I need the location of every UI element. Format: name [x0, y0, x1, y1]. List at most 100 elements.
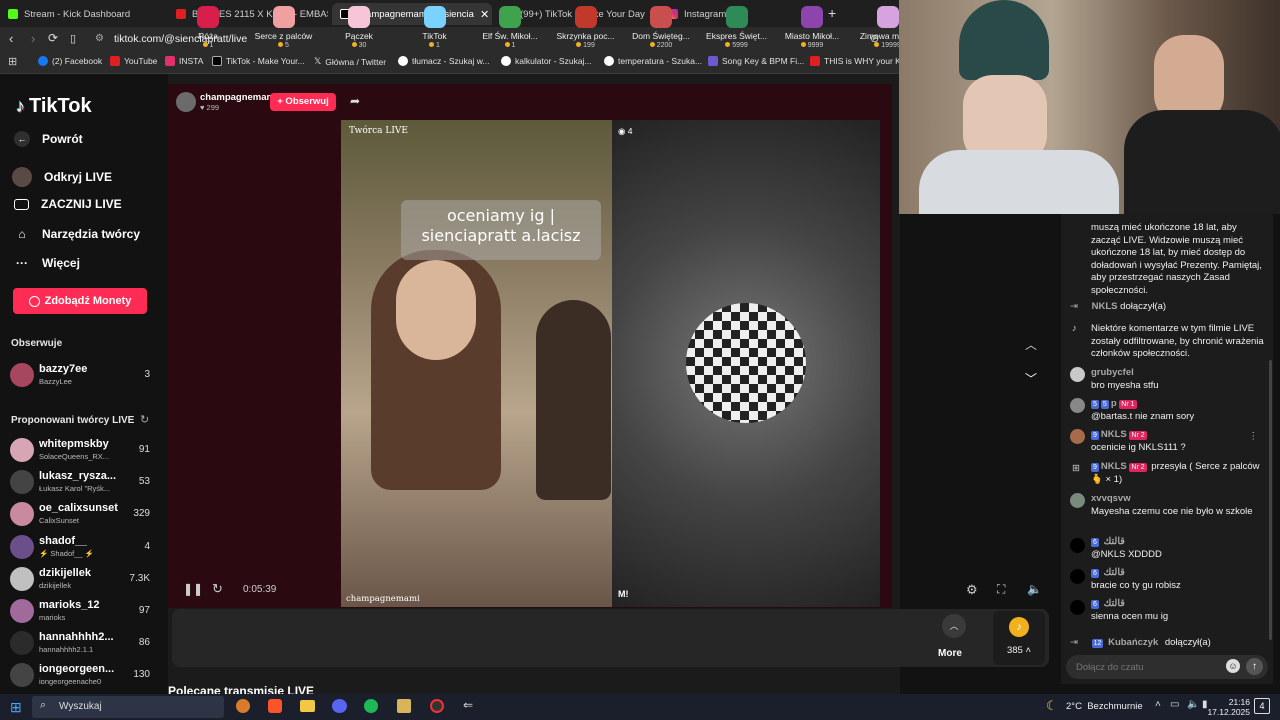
suggested-creator[interactable]: dzikijellek dzikijellek 7.3K [10, 565, 156, 593]
bookmark-temperature[interactable]: temperatura - Szuka... [604, 56, 702, 66]
chat-input-box[interactable]: ☺ ↑ [1066, 655, 1268, 679]
pause-icon[interactable]: ❚❚ [183, 582, 203, 596]
chevron-down-icon[interactable]: ﹀ [1025, 370, 1037, 387]
creator-sub: CalixSunset [39, 516, 80, 526]
gift-item[interactable]: TikTok 1 [399, 4, 471, 49]
settings-icon[interactable]: ⚙ [966, 582, 978, 598]
apps-grid-icon[interactable]: ⊞ [8, 55, 17, 68]
chat-message[interactable]: 55p Nr 1 @bartas.t nie znam sory [1070, 398, 1266, 423]
suggested-creator[interactable]: hannahhhh2... hannahhhh2.1.1 86 [10, 629, 156, 657]
nav-creator-tools[interactable]: ⌂ Narzędzia twórcy [14, 226, 140, 242]
suggested-creator[interactable]: lukasz_rysza... Łukasz Karol "Ryśk... 53 [10, 468, 156, 496]
taskbar-search-box[interactable]: ⌕ Wyszukaj [32, 696, 224, 718]
share-icon[interactable]: ➦ [350, 94, 360, 108]
creator-sub: Łukasz Karol "Ryśk... [39, 484, 111, 494]
gift-item[interactable]: Pączek 30 [323, 4, 395, 49]
chat-scrollbar[interactable] [1269, 360, 1272, 640]
host-avatar[interactable] [176, 92, 196, 112]
back-arrow-icon[interactable]: ‹ [9, 31, 13, 46]
obs-icon[interactable] [430, 699, 444, 713]
back-link[interactable]: ← Powrót [14, 131, 83, 147]
spotify-icon[interactable] [364, 699, 378, 713]
watermark: champagnemami [346, 594, 420, 604]
nav-more[interactable]: ··· Więcej [14, 255, 80, 271]
forward-arrow-icon[interactable]: › [31, 31, 35, 46]
get-coins-button[interactable]: Zdobądź Monety [13, 288, 147, 314]
bookmark-calculator[interactable]: kalkulator - Szukaj... [501, 56, 592, 66]
chat-message[interactable]: 9 NKLS Nr 2 ocenicie ig NKLS111 ? ⋮ [1070, 429, 1266, 454]
level-badge: 6 [1091, 600, 1099, 609]
gift-item[interactable]: Ekspres Święt... 5999 [701, 4, 773, 49]
bookmark-tiktok[interactable]: TikTok - Make Your... [212, 56, 305, 66]
bookmark-youtube[interactable]: YouTube [110, 56, 157, 66]
more-vertical-icon[interactable]: ⋮ [1249, 431, 1259, 444]
chevron-up-icon[interactable]: ︿ [1025, 336, 1037, 353]
site-info-icon[interactable]: ⚙ [95, 33, 104, 44]
refresh-icon[interactable]: ↻ [140, 413, 149, 426]
app-icon[interactable]: ⇐ [463, 698, 473, 712]
chevron-up-icon[interactable]: ˄ [1155, 699, 1161, 710]
gift-icon [348, 6, 370, 28]
gift-more-icon[interactable]: ︿ [942, 614, 966, 638]
follow-button[interactable]: + Obserwuj [270, 93, 336, 111]
gift-item[interactable]: Serce z palców 5 [248, 4, 320, 49]
bookmark-songkey[interactable]: Song Key & BPM Fi... [708, 56, 804, 66]
gift-item[interactable]: Miasto Mikoł... 9999 [776, 4, 848, 49]
host-name[interactable]: champagnemami [200, 92, 278, 103]
gift-name: Ekspres Święt... [706, 31, 767, 41]
gift-item[interactable]: Dom Święteg... 2200 [625, 4, 697, 49]
suggested-creator[interactable]: shadof__ ⚡ Shadof__ ⚡ 4 [10, 533, 156, 561]
bookmark-twitter[interactable]: 𝕏 Główna / Twitter [314, 56, 386, 67]
gift-more-label[interactable]: More [938, 648, 962, 659]
network-icon[interactable]: ▭ [1170, 699, 1179, 710]
gift-item[interactable]: Elf Św. Mikoł... 1 [474, 4, 546, 49]
suggested-creator[interactable]: oe_calixsunset CalixSunset 329 [10, 500, 156, 528]
host-likes: ♥ 299 [200, 103, 220, 112]
bookmark-facebook[interactable]: (2) Facebook [38, 56, 102, 66]
weather-text[interactable]: 2°C Bezchmurnie [1066, 701, 1143, 712]
bookmark-insta[interactable]: INSTA [165, 56, 203, 66]
webcam-overlay [899, 0, 1280, 214]
suggested-creator[interactable]: marioks_12 marioks 97 [10, 597, 156, 625]
chat-message[interactable]: xvvqsvw Mayesha czemu coe nie było w szk… [1070, 493, 1266, 518]
suggested-creator[interactable]: iongeorgeen... iongeorgeenache0 130 [10, 661, 156, 689]
replay-icon[interactable]: ↻ [212, 581, 223, 597]
chat-message[interactable]: grubycfel bro myesha stfu [1070, 367, 1266, 392]
volume-icon[interactable]: 🔈 [1187, 699, 1199, 710]
windows-start-icon[interactable]: ⊞ [10, 699, 22, 716]
chat-message[interactable]: 6 قالتك bracie co ty gu robisz [1070, 567, 1266, 592]
emoji-icon[interactable]: ☺ [1226, 659, 1240, 673]
discord-icon[interactable] [332, 699, 347, 713]
gift-name: Elf Św. Mikoł... [482, 31, 538, 41]
following-item[interactable]: bazzy7ee BazzyLee 3 [10, 361, 156, 389]
creator-video[interactable]: oceniamy ig | sienciapratt a.lacisz Twór… [341, 120, 612, 607]
tab-kick[interactable]: Stream - Kick Dashboard [0, 3, 165, 25]
clock[interactable]: 21:16 17.12.2025 [1206, 697, 1250, 717]
guest-video[interactable]: ◉ 4 M! [612, 120, 880, 607]
notification-badge[interactable]: 4 [1254, 698, 1270, 714]
fullscreen-icon[interactable]: ⛶ [997, 582, 1005, 597]
gift-item[interactable]: Róża 1 [172, 4, 244, 49]
bookmark-video[interactable]: THIS is WHY your Kl... [810, 56, 900, 66]
reload-icon[interactable]: ⟳ [48, 31, 58, 45]
brave-icon[interactable] [268, 699, 282, 713]
bookmark-icon[interactable]: ▯ [70, 32, 76, 45]
join-icon: ⇥ [1070, 301, 1078, 312]
nav-start-live[interactable]: ZACZNIJ LIVE [14, 197, 122, 211]
folder-icon[interactable] [300, 700, 315, 712]
chat-message[interactable]: 6 قالتك @NKLS XDDDD [1070, 536, 1266, 561]
nav-discover-live[interactable]: Odkryj LIVE [12, 167, 112, 187]
volume-icon[interactable]: 🔈 [1027, 582, 1042, 596]
media-icon[interactable] [397, 699, 411, 713]
following-title: Obserwuje [11, 338, 63, 349]
coin-balance-box[interactable]: ♪ 385 ˄ [993, 611, 1045, 665]
send-arrow-icon[interactable]: ↑ [1246, 658, 1263, 675]
creator-name: dzikijellek [39, 566, 91, 579]
bookmark-translate[interactable]: tłumacz - Szukaj w... [398, 56, 489, 66]
app-icon[interactable] [236, 699, 250, 713]
chat-input[interactable] [1076, 659, 1216, 675]
chat-message[interactable]: 6 قالتك sienna ocen mu ig [1070, 598, 1266, 623]
tiktok-logo[interactable]: ♪ TikTok [16, 95, 92, 118]
gift-item[interactable]: Skrzynka poc... 199 [550, 4, 622, 49]
suggested-creator[interactable]: whitepmskby SolaceQueens_RX... 91 [10, 436, 156, 464]
